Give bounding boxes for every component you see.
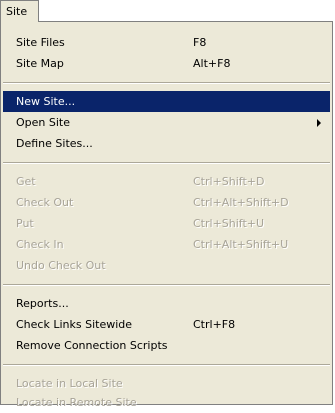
- site-menu-title-label: Site: [6, 5, 28, 18]
- menu-item-shortcut: Ctrl+Alt+Shift+U: [193, 238, 289, 251]
- site-dropdown-menu: Site Files F8 Site Map Alt+F8 New Site..…: [0, 21, 333, 409]
- menu-item-label: Check Links Sitewide: [16, 318, 133, 331]
- menu-item-locate-in-local-site: Locate in Local Site: [3, 373, 330, 394]
- menu-item-label: Define Sites...: [16, 137, 93, 150]
- submenu-arrow-icon: [317, 119, 321, 127]
- menu-item-check-out: Check Out Ctrl+Alt+Shift+D: [3, 192, 330, 213]
- menu-item-label: Check Out: [16, 196, 74, 209]
- menu-item-check-links-sitewide[interactable]: Check Links Sitewide Ctrl+F8: [3, 314, 330, 335]
- menu-item-shortcut: Ctrl+Shift+U: [193, 217, 265, 230]
- menu-item-label: Site Map: [16, 57, 64, 70]
- menu-item-label: Put: [16, 217, 34, 230]
- menu-separator: [3, 364, 330, 366]
- site-menu-title[interactable]: Site: [0, 0, 39, 22]
- menu-item-reports[interactable]: Reports...: [3, 293, 330, 314]
- menu-item-label: New Site...: [16, 95, 76, 108]
- menu-item-label: Check In: [16, 238, 64, 251]
- menu-item-label: Locate in Remote Site: [16, 396, 137, 409]
- menu-item-remove-connection-scripts[interactable]: Remove Connection Scripts: [3, 335, 330, 356]
- menu-separator: [3, 284, 330, 286]
- menu-item-label: Remove Connection Scripts: [16, 339, 168, 352]
- menu-item-get: Get Ctrl+Shift+D: [3, 171, 330, 192]
- menu-item-undo-check-out: Undo Check Out: [3, 255, 330, 276]
- menu-item-shortcut: F8: [193, 36, 207, 49]
- menu-item-label: Locate in Local Site: [16, 377, 123, 390]
- menu-item-label: Get: [16, 175, 36, 188]
- menu-item-label: Undo Check Out: [16, 259, 106, 272]
- menu-item-label: Site Files: [16, 36, 65, 49]
- menu-item-locate-in-remote-site: Locate in Remote Site: [3, 392, 330, 413]
- menu-item-put: Put Ctrl+Shift+U: [3, 213, 330, 234]
- menu-item-label: Reports...: [16, 297, 69, 310]
- menu-item-define-sites[interactable]: Define Sites...: [3, 133, 330, 154]
- menu-item-site-files[interactable]: Site Files F8: [3, 32, 330, 53]
- menu-item-shortcut: Ctrl+F8: [193, 318, 236, 331]
- menu-item-shortcut: Alt+F8: [193, 57, 231, 70]
- menu-item-check-in: Check In Ctrl+Alt+Shift+U: [3, 234, 330, 255]
- menu-item-site-map[interactable]: Site Map Alt+F8: [3, 53, 330, 74]
- menu-item-new-site[interactable]: New Site...: [3, 91, 330, 112]
- menu-separator: [3, 162, 330, 164]
- menu-item-label: Open Site: [16, 116, 70, 129]
- menu-item-shortcut: Ctrl+Alt+Shift+D: [193, 196, 289, 209]
- menu-separator: [3, 82, 330, 84]
- menu-item-shortcut: Ctrl+Shift+D: [193, 175, 265, 188]
- menu-item-open-site[interactable]: Open Site: [3, 112, 330, 133]
